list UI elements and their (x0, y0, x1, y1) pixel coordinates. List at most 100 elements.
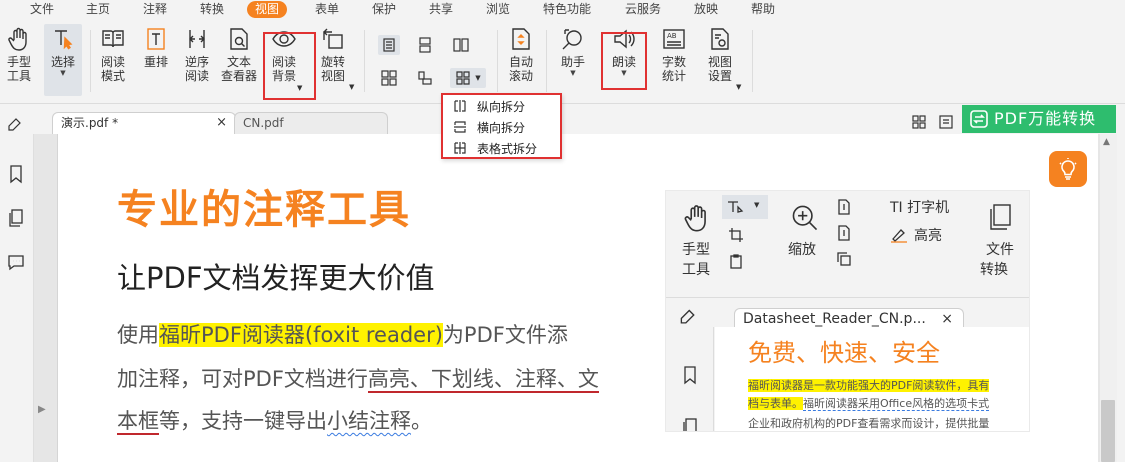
view-settings-label-2: 设置 (707, 69, 732, 83)
text-viewer-icon (230, 28, 248, 50)
convert-icon (970, 110, 988, 128)
ribbon-separator (752, 30, 753, 92)
reflow-button[interactable]: 重排 (143, 26, 169, 69)
word-count-button[interactable]: AB 字数 统计 (661, 26, 687, 83)
page-title: 专业的注释工具 (117, 187, 411, 233)
continuous-facing-button[interactable] (378, 68, 400, 88)
window-list-icon[interactable] (938, 114, 954, 130)
auto-scroll-button[interactable]: 自动 滚动 (508, 26, 534, 83)
reflow-label: 重排 (143, 55, 168, 69)
menu-file[interactable]: 文件 (22, 1, 62, 18)
split-view-dropdown-icon: ▼ (475, 74, 481, 82)
para-line3-mid: 等，支持一键导出 (159, 409, 327, 433)
grid-view-icon[interactable] (911, 114, 927, 130)
tab-demo-pdf[interactable]: 演示.pdf * × (52, 112, 236, 134)
hand-icon (8, 27, 27, 51)
read-mode-button[interactable]: 阅读 模式 (100, 26, 126, 83)
zoom-icon (792, 205, 818, 231)
embedded-title: 免费、快速、安全 (748, 339, 940, 367)
reverse-order-icon (189, 30, 205, 48)
scroll-up-icon[interactable]: ▲ (1103, 137, 1110, 147)
embedded-line-3: 企业和政府机构的PDF查看需求而设计，提供批量 (748, 417, 990, 430)
pdf-convert-button[interactable]: PDF万能转换 (962, 105, 1116, 133)
rotate-view-button[interactable]: 旋转 视图 (320, 26, 346, 83)
hand-tool-button[interactable]: 手型 工具 (6, 26, 32, 83)
crop-icon (729, 228, 743, 242)
text-viewer-button[interactable]: 文本 查看器 (221, 26, 257, 83)
pages-icon[interactable] (6, 208, 26, 228)
read-background-button[interactable]: 阅读 背景 (271, 26, 297, 83)
embedded-hand-label-2: 工具 (682, 262, 710, 278)
embedded-line-1: 福昕阅读器是一款功能强大的PDF阅读软件，具有 (748, 377, 990, 393)
scroll-thumb[interactable] (1101, 400, 1115, 462)
split-vertical-item[interactable]: 纵向拆分 (453, 97, 525, 115)
menu-view[interactable]: 视图 (247, 1, 288, 18)
menu-protect[interactable]: 保护 (364, 1, 404, 18)
tab-cn-pdf[interactable]: CN.pdf (234, 112, 388, 134)
wavy-underlined-text: 小结注释 (327, 409, 411, 433)
cover-page-button[interactable] (414, 68, 436, 88)
view-settings-button[interactable]: 视图 设置 (707, 26, 733, 83)
embedded-line-2-rest: 福昕阅读器采用Office风格的选项卡式 (803, 397, 990, 411)
menu-convert[interactable]: 转换 (192, 1, 232, 18)
menu-share[interactable]: 共享 (421, 1, 461, 18)
rotate-view-label-1: 旋转 (320, 55, 345, 69)
menu-annotate[interactable]: 注释 (135, 1, 175, 18)
select-dropdown-icon: ▼ (60, 69, 66, 77)
page-subtitle: 让PDF文档发挥更大价值 (117, 261, 435, 295)
menu-home[interactable]: 主页 (78, 1, 118, 18)
speaker-icon (614, 29, 635, 49)
para-prefix: 使用 (117, 323, 159, 347)
hand-tool-label-2: 工具 (6, 69, 31, 83)
view-settings-dropdown-icon[interactable]: ▼ (736, 83, 741, 91)
underlined-text-2: 本框 (117, 409, 159, 435)
word-count-icon: AB (663, 29, 685, 49)
split-table-item[interactable]: 表格式拆分 (453, 139, 537, 157)
bookmark-icon[interactable] (6, 164, 26, 184)
highlighted-text: 福昕PDF阅读器(foxit reader) (159, 323, 443, 347)
menu-features[interactable]: 特色功能 (535, 1, 599, 18)
split-horizontal-item[interactable]: 横向拆分 (453, 118, 525, 136)
para-line1-end: 为PDF文件添 (442, 323, 568, 347)
comment-icon[interactable] (6, 252, 26, 272)
facing-page-button[interactable] (450, 35, 472, 55)
menu-help[interactable]: 帮助 (743, 1, 783, 18)
rotate-icon (323, 28, 343, 49)
read-aloud-button[interactable]: 朗读 ▼ (611, 26, 637, 77)
read-mode-label-2: 模式 (100, 69, 125, 83)
single-page-button[interactable] (378, 35, 400, 55)
embedded-zoom-label: 缩放 (788, 242, 816, 258)
text-viewer-label-2: 查看器 (221, 69, 258, 83)
embedded-sidebar (666, 327, 714, 431)
close-icon[interactable]: × (216, 113, 227, 133)
reverse-read-button[interactable]: 逆序 阅读 (184, 26, 210, 83)
menu-browse[interactable]: 浏览 (478, 1, 518, 18)
select-tool-button[interactable]: 选择 ▼ (44, 24, 82, 96)
pdf-convert-label: PDF万能转换 (994, 109, 1097, 128)
split-view-icon (456, 71, 470, 85)
word-count-label-2: 统计 (661, 69, 686, 83)
collapse-panel-icon[interactable]: ▶ (38, 404, 46, 415)
eraser-icon[interactable] (6, 115, 22, 131)
horizontal-split-icon (454, 121, 466, 133)
menu-slideshow[interactable]: 放映 (686, 1, 726, 18)
split-view-button[interactable]: ▼ (450, 68, 486, 88)
split-view-dropdown: 纵向拆分 横向拆分 表格式拆分 (441, 93, 562, 159)
tips-button[interactable] (1049, 151, 1087, 187)
copy-icon (837, 252, 851, 266)
text-viewer-label-1: 文本 (227, 55, 252, 69)
menu-cloud[interactable]: 云服务 (617, 1, 669, 18)
lightbulb-icon (1059, 158, 1077, 180)
rotate-dropdown-icon[interactable]: ▼ (349, 83, 354, 91)
svg-text:AB: AB (667, 32, 677, 40)
read-background-dropdown-icon[interactable]: ▼ (297, 84, 302, 92)
highlighter-icon (891, 229, 907, 243)
continuous-page-button[interactable] (414, 35, 436, 55)
page-down-icon (838, 225, 850, 241)
embedded-dropdown-icon: ▼ (754, 201, 760, 209)
single-page-icon (383, 38, 395, 52)
embedded-highlight-label: 高亮 (914, 228, 942, 244)
menu-form[interactable]: 表单 (307, 1, 347, 18)
read-aloud-dropdown-icon: ▼ (621, 69, 627, 77)
assistant-button[interactable]: 助手 ▼ (560, 26, 586, 77)
